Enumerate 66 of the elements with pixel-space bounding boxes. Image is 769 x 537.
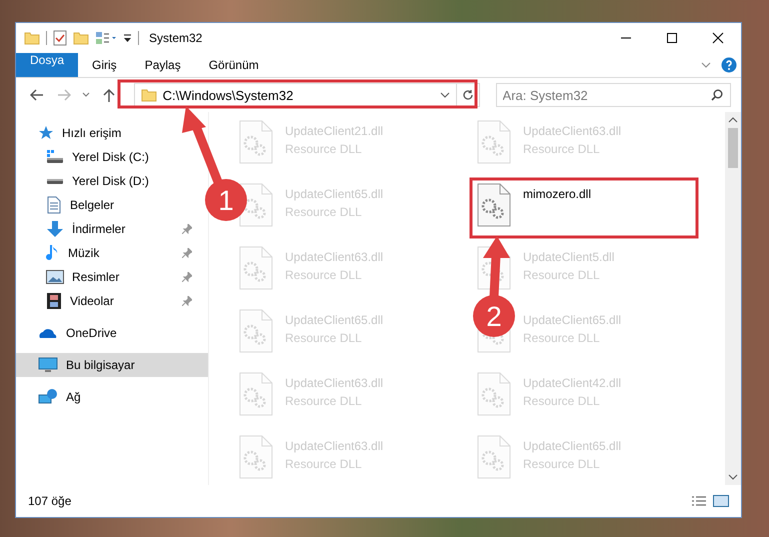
scroll-up-icon[interactable] — [728, 116, 738, 124]
file-icon — [239, 309, 273, 353]
step-badge: 2 — [473, 295, 515, 337]
network-icon — [38, 388, 58, 406]
gear-file-icon — [477, 183, 511, 227]
maximize-icon — [666, 32, 678, 44]
checklist-icon[interactable] — [53, 30, 67, 46]
drive-icon — [46, 149, 64, 165]
sidebar-item[interactable]: Yerel Disk (D:) — [16, 169, 194, 193]
sidebar-item[interactable]: İndirmeler — [16, 217, 194, 241]
film-icon — [46, 292, 62, 310]
sidebar-item[interactable]: Resimler — [16, 265, 194, 289]
folder-icon — [140, 88, 157, 102]
large-icons-view-icon[interactable] — [713, 495, 729, 507]
down-arrow-icon — [46, 220, 64, 238]
cloud-icon — [38, 327, 58, 339]
ribbon-tab[interactable]: Görünüm — [194, 53, 273, 77]
refresh-icon — [462, 89, 474, 101]
scrollbar[interactable] — [725, 112, 741, 485]
file-icon — [239, 435, 273, 479]
sidebar-item[interactable]: Yerel Disk (C:) — [16, 145, 194, 169]
file-icon — [477, 435, 511, 479]
annotation-arrow — [483, 236, 510, 298]
recent-locations-button[interactable] — [80, 92, 92, 98]
step-badge: 1 — [205, 179, 247, 221]
picture-icon — [46, 270, 64, 284]
close-icon — [712, 32, 724, 44]
file-icon — [239, 246, 273, 290]
pin-icon[interactable] — [182, 224, 192, 234]
address-path: C:\Windows\System32 — [162, 88, 294, 102]
file-icon — [239, 372, 273, 416]
file-icon — [239, 120, 273, 164]
item-count: 107 öğe — [28, 494, 72, 508]
sidebar-item[interactable]: Ağ — [16, 385, 208, 409]
ribbon-tab[interactable]: Giriş — [78, 53, 131, 77]
sidebar-item[interactable]: Hızlı erişim — [16, 121, 208, 145]
window-title: System32 — [149, 31, 202, 45]
sidebar-item[interactable]: Videolar — [16, 289, 194, 313]
sidebar-item[interactable]: OneDrive — [16, 321, 208, 345]
drive-icon — [47, 178, 63, 184]
ribbon-tab[interactable]: Paylaş — [130, 53, 195, 77]
sidebar-item[interactable]: Müzik — [16, 241, 194, 265]
pin-icon[interactable] — [182, 296, 192, 306]
expand-ribbon-icon[interactable] — [701, 62, 711, 68]
sidebar-item[interactable]: Belgeler — [16, 193, 194, 217]
pin-icon[interactable] — [182, 248, 192, 258]
star-icon — [38, 125, 54, 141]
scroll-down-icon[interactable] — [728, 473, 738, 481]
file-icon — [477, 372, 511, 416]
file-name[interactable]: mimozero.dll — [523, 187, 592, 201]
dropdown-icon[interactable] — [123, 33, 132, 43]
document-icon — [46, 196, 62, 214]
help-icon[interactable] — [721, 57, 737, 73]
search-field[interactable]: Ara: System32 — [496, 83, 731, 107]
search-icon — [710, 89, 723, 101]
scroll-thumb[interactable] — [728, 128, 738, 168]
pin-icon[interactable] — [182, 272, 192, 282]
chevron-down-icon[interactable] — [440, 92, 450, 98]
properties-icon[interactable] — [95, 31, 117, 45]
file-menu-tab[interactable]: Dosya — [16, 53, 78, 77]
details-view-icon[interactable] — [691, 495, 707, 507]
music-note-icon — [46, 244, 60, 262]
sidebar-item[interactable]: Bu bilgisayar — [16, 353, 208, 377]
address-bar[interactable]: C:\Windows\System32 — [134, 83, 480, 107]
file-icon — [477, 120, 511, 164]
computer-icon — [38, 357, 58, 373]
